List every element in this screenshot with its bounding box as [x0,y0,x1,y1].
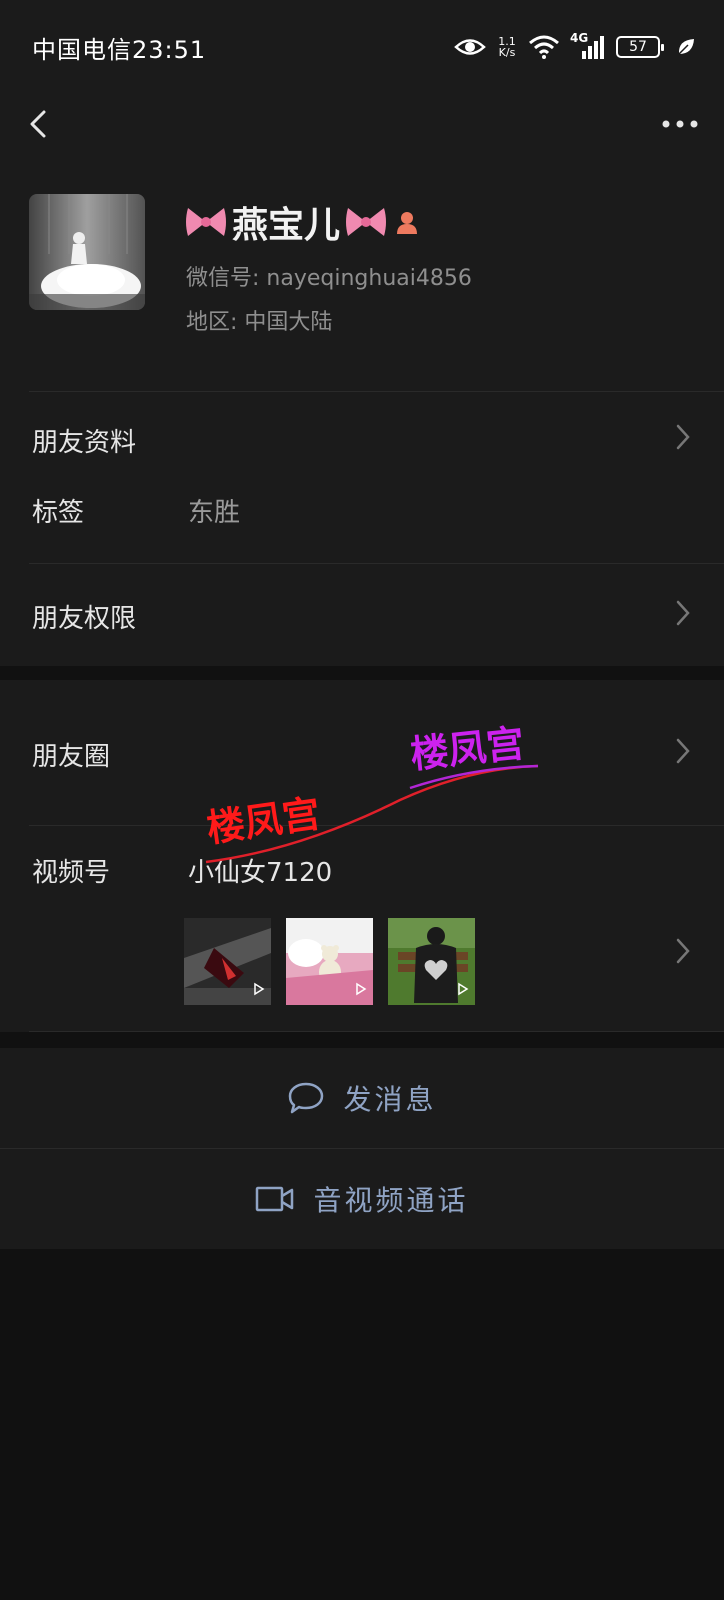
watermark-curve [205,764,539,864]
send-message-button[interactable]: 发消息 [0,1048,724,1148]
profile-header: 燕宝儿 微信号: nayeqinghuai4856 地区: 中国大陆 [0,164,724,392]
region: 地区: 中国大陆 [186,310,333,335]
channel-video-thumbnail[interactable] [388,918,475,1005]
video-call-button[interactable]: 音视频通话 [0,1149,724,1249]
bow-icon [346,208,387,236]
bow-icon [186,208,226,236]
carrier-time: 中国电信23:51 [32,36,207,64]
info-section: 朋友资料 标签 东胜 朋友权限 [0,392,724,666]
back-icon [30,110,46,138]
signal-icon: 4G [570,31,606,61]
friend-permissions-label: 朋友权限 [32,604,137,634]
leaf-icon [678,39,694,55]
avatar[interactable] [29,194,145,310]
net-speed-unit: K/s [498,46,516,59]
video-call-label: 音视频通话 [313,1184,469,1217]
gender-female-icon [397,212,418,234]
name-row: 燕宝儿 [184,198,422,246]
send-message-label: 发消息 [343,1083,437,1116]
status-icons: 1.1 K/s 4G 57 [454,30,696,64]
wechat-id: 微信号: nayeqinghuai4856 [186,266,472,291]
video-camera-icon [256,1186,294,1212]
battery-icon: 57 [616,36,664,58]
chevron-right-icon [676,424,690,450]
eye-icon [454,39,486,55]
more-button[interactable] [656,106,704,142]
more-icon [662,120,698,128]
contact-profile-page: 中国电信23:51 1.1 K/s 4G 57 燕宝儿 微信号: nayeqin… [0,0,724,1600]
net-speed: 1.1 K/s [496,36,518,58]
chat-bubble-icon [289,1082,324,1114]
chevron-right-icon [676,938,690,964]
divider [29,1031,724,1032]
friend-permissions-row[interactable]: 朋友权限 [0,564,724,666]
chevron-right-icon [676,600,690,626]
tags-row[interactable]: 标签 东胜 [0,476,724,556]
channel-video-thumbnail[interactable] [184,918,271,1005]
tags-value: 东胜 [188,498,241,528]
channel-video-thumbnail[interactable] [286,918,373,1005]
back-button[interactable] [18,102,62,146]
friend-info-label: 朋友资料 [32,428,137,458]
tags-label: 标签 [32,498,85,528]
nav-bar [0,92,724,164]
status-bar: 中国电信23:51 1.1 K/s 4G 57 [0,0,724,92]
battery-level: 57 [629,39,647,55]
friend-info-row[interactable]: 朋友资料 [0,392,724,476]
contact-name: 燕宝儿 [232,205,341,246]
wifi-icon [529,35,559,59]
